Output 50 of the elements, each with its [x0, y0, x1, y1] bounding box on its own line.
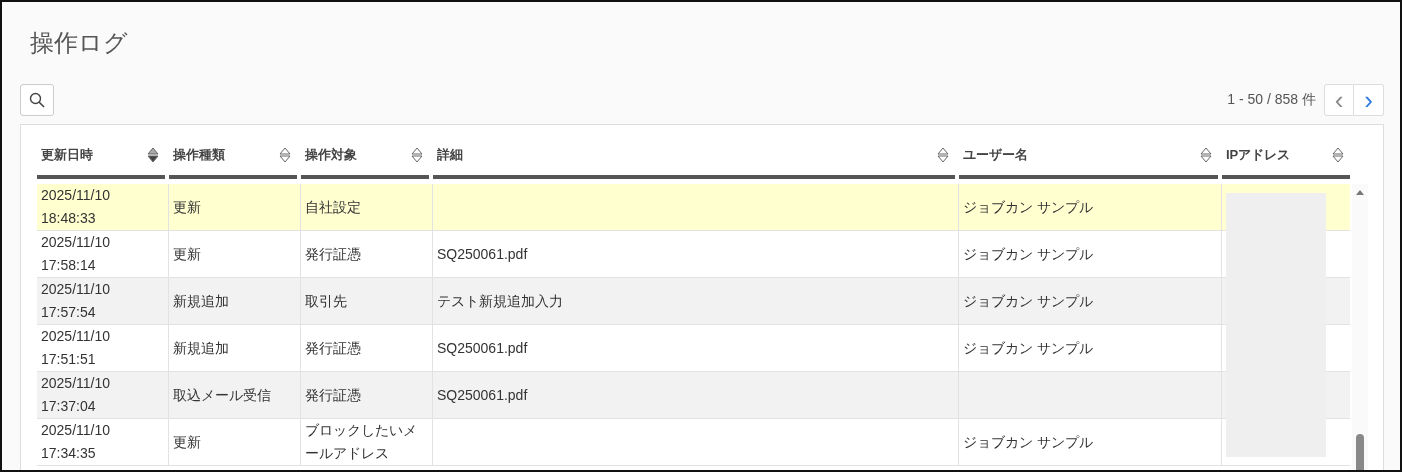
sort-icon[interactable] — [147, 147, 159, 163]
table-cell-text: 取込メール受信 — [173, 385, 271, 405]
table-cell-text: ブロックしたいメールアドレス — [305, 421, 418, 463]
table-cell-text: SQ250061.pdf — [437, 385, 528, 405]
table-cell-text: 2025/11/10 18:48:33 — [41, 186, 111, 228]
sort-icon[interactable] — [411, 147, 423, 163]
table-row[interactable]: 2025/11/10 17:34:35 更新 ブロックしたいメールアドレス ジョブカン サンプル — [37, 419, 1350, 466]
table-row[interactable]: 2025/11/10 17:51:51 新規追加 発行証憑 SQ250061.pdf ジョブカン サンプル — [37, 325, 1350, 372]
table-cell-text: ジョブカン サンプル — [963, 338, 1093, 358]
table-cell-text: 自社設定 — [305, 197, 361, 217]
table-cell-text: 発行証憑 — [305, 338, 361, 358]
sort-icon[interactable] — [1332, 147, 1344, 163]
table-cell-text: 取引先 — [305, 291, 347, 311]
table-cell-text: 2025/11/10 17:58:14 — [41, 233, 111, 275]
table-cell-text: 2025/11/10 17:51:51 — [41, 327, 111, 369]
column-header[interactable]: 操作対象 — [301, 135, 429, 179]
table-cell-text: 発行証憑 — [305, 385, 361, 405]
table-cell-text: テスト新規追加入力 — [437, 291, 563, 311]
sort-icon[interactable] — [279, 147, 291, 163]
table-cell-text: SQ250061.pdf — [437, 338, 528, 358]
column-header[interactable]: 詳細 — [433, 135, 955, 179]
table-cell-text: 2025/11/10 17:57:54 — [41, 280, 111, 322]
table-cell-text: ジョブカン サンプル — [963, 291, 1093, 311]
table-cell-text: 更新 — [173, 197, 201, 217]
table-cell-text: 新規追加 — [173, 338, 229, 358]
table-cell-text: SQ250061.pdf — [437, 244, 528, 264]
table-cell-text: 発行証憑 — [305, 244, 361, 264]
column-header[interactable]: IPアドレス — [1222, 135, 1350, 179]
table-row[interactable]: 2025/11/10 18:48:33 更新 自社設定 ジョブカン サンプル — [37, 184, 1350, 231]
next-page-button[interactable]: › — [1354, 84, 1384, 116]
table-cell-text: 2025/11/10 17:34:35 — [41, 421, 111, 463]
record-count: 1 - 50 / 858 件 — [1227, 91, 1316, 109]
table-cell-text: 更新 — [173, 244, 201, 264]
table-row[interactable]: 2025/11/10 17:58:14 更新 発行証憑 SQ250061.pdf ジョブカン サンプル — [37, 231, 1350, 278]
table-cell-text: ジョブカン サンプル — [963, 197, 1093, 217]
page-title: 操作ログ — [30, 28, 129, 58]
table-cell-text: 2025/11/10 17:37:04 — [41, 374, 111, 416]
table-row[interactable]: 2025/11/10 17:37:04 取込メール受信 発行証憑 SQ250061.pdf — [37, 372, 1350, 419]
search-button[interactable] — [20, 84, 54, 116]
table-row[interactable]: 2025/11/10 17:57:54 新規追加 取引先 テスト新規追加入力 ジョブカン サンプル — [37, 278, 1350, 325]
table-cell-text: 更新 — [173, 432, 201, 452]
sort-icon[interactable] — [1200, 147, 1212, 163]
table-cell-text: ジョブカン サンプル — [963, 244, 1093, 264]
search-icon — [29, 92, 45, 108]
column-header[interactable]: ユーザー名 — [959, 135, 1218, 179]
column-header[interactable]: 操作種類 — [169, 135, 297, 179]
sort-icon[interactable] — [937, 147, 949, 163]
table-cell-text: 新規追加 — [173, 291, 229, 311]
table-cell-text: ジョブカン サンプル — [963, 432, 1093, 452]
column-header[interactable]: 更新日時 — [37, 135, 165, 179]
